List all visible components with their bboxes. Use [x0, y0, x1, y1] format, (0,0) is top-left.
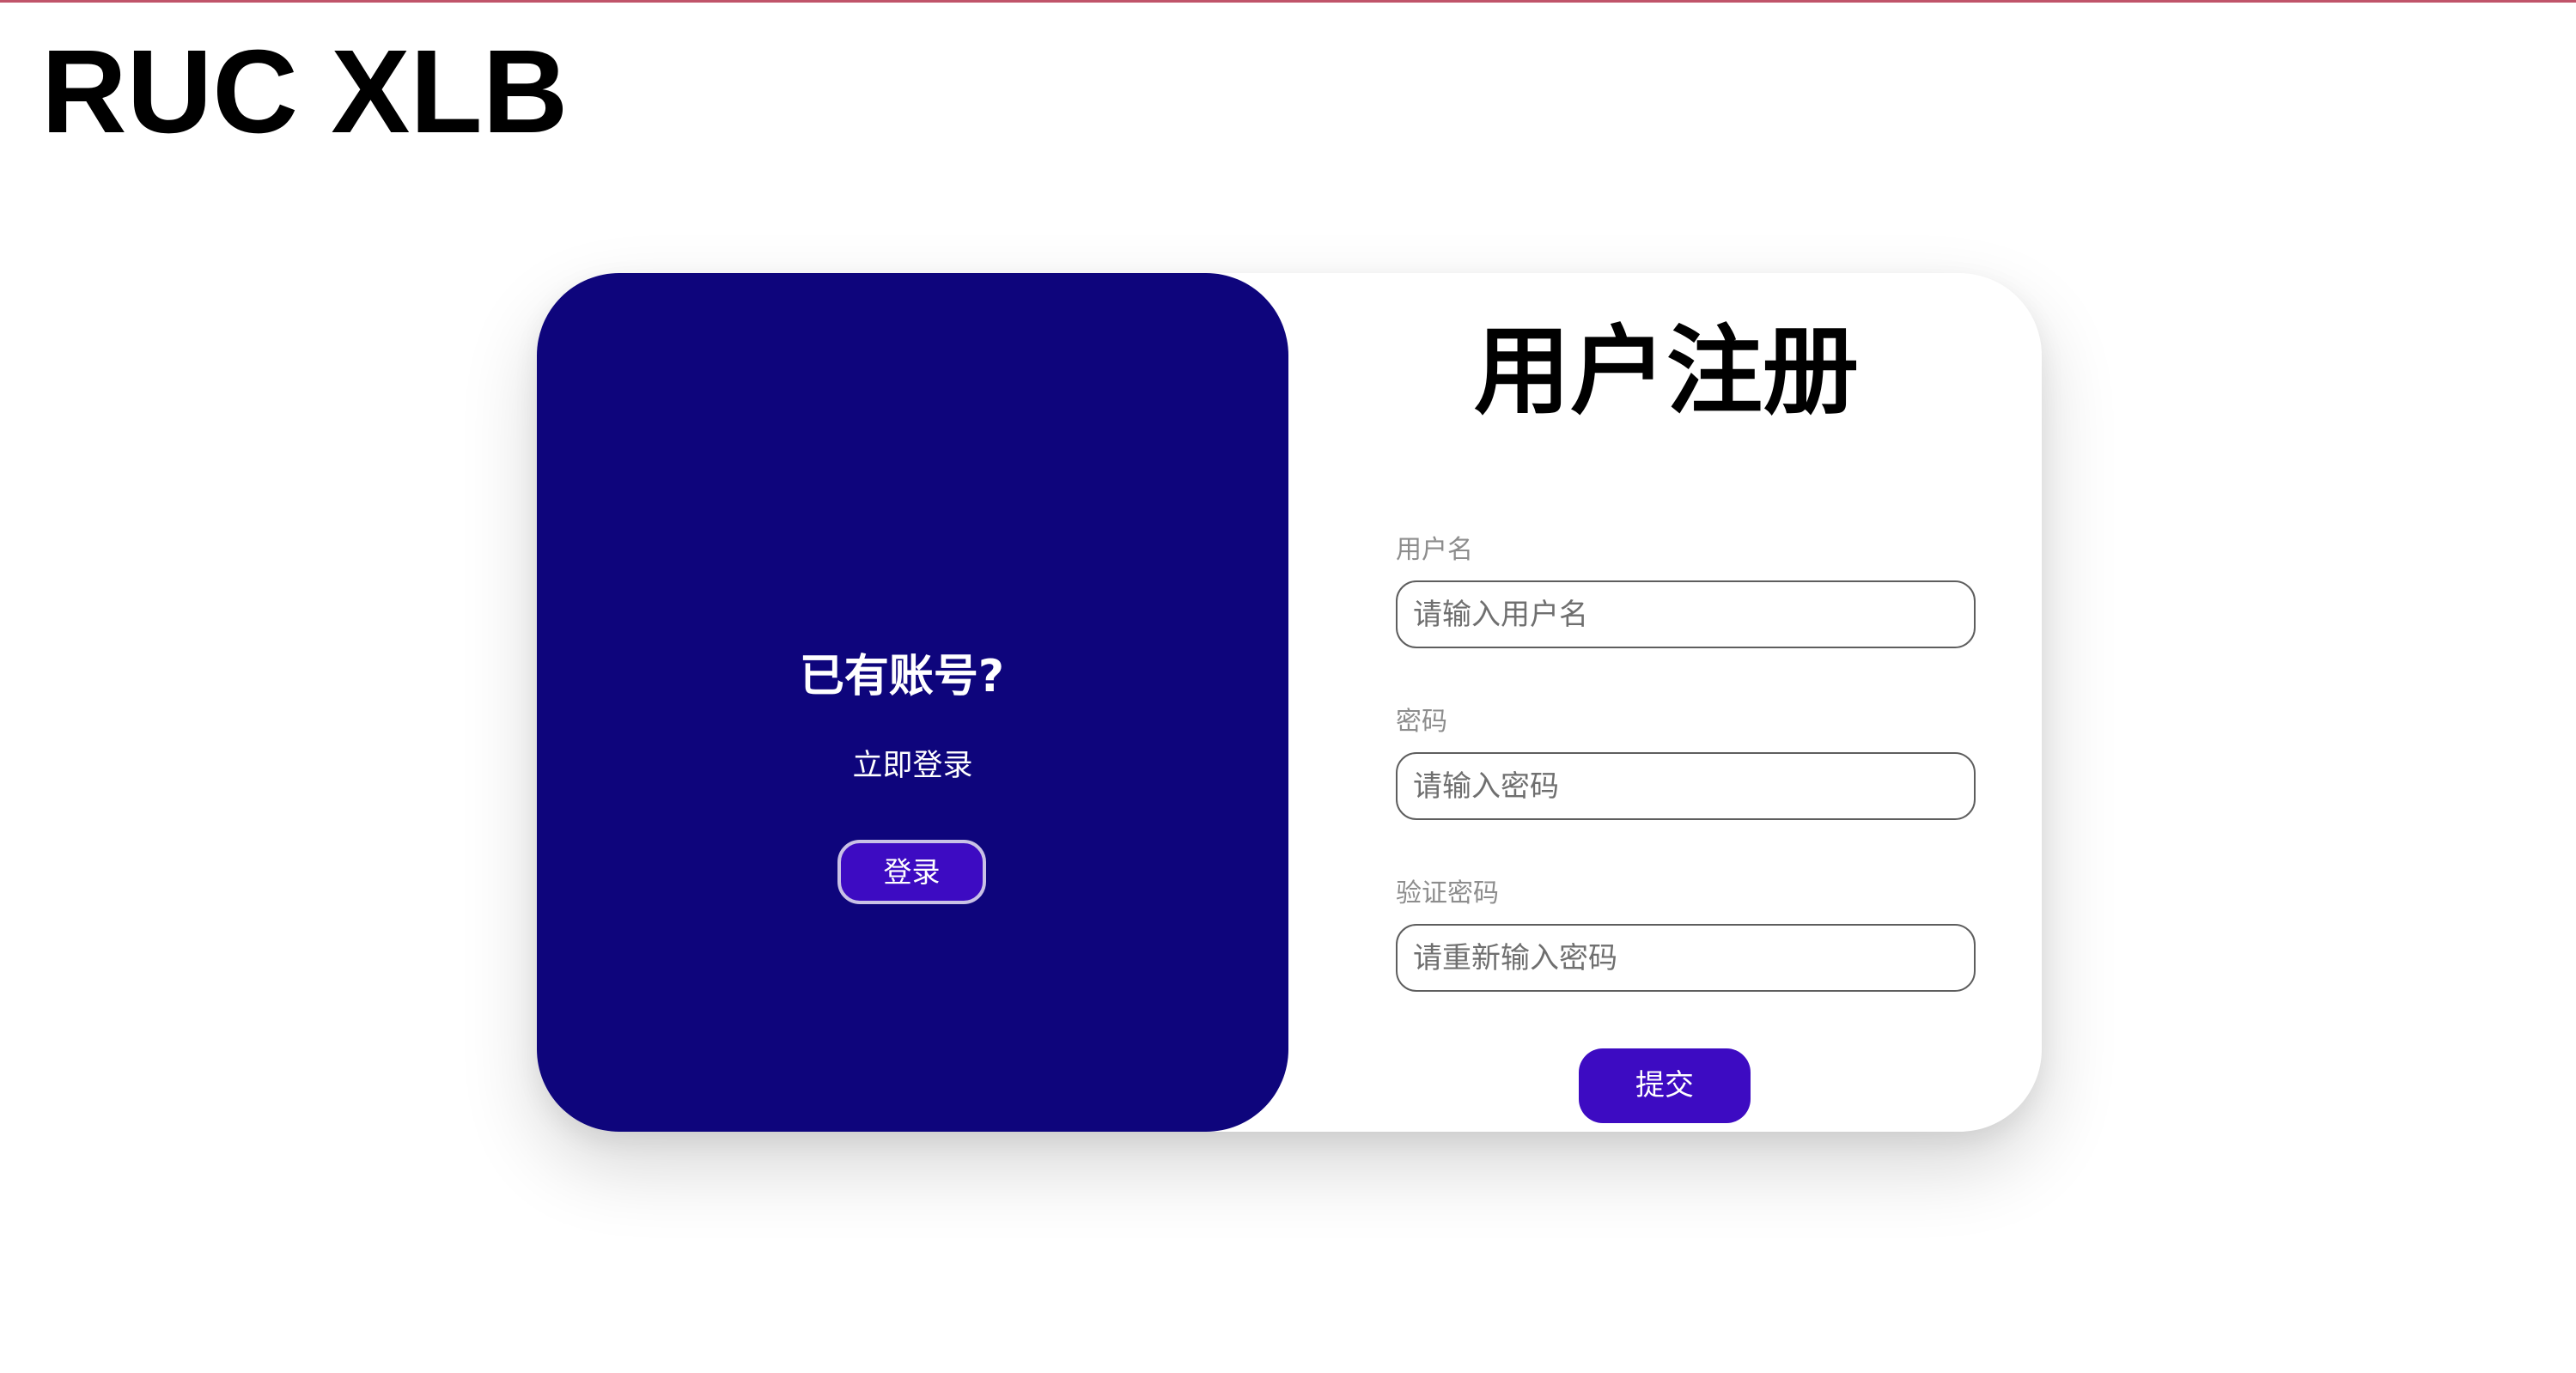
login-panel-subtitle: 立即登录: [852, 749, 973, 783]
login-panel-title: 已有账号?: [799, 651, 1005, 702]
confirm-password-label: 验证密码: [1396, 878, 1499, 908]
username-label: 用户名: [1396, 535, 1473, 565]
confirm-password-input[interactable]: [1396, 924, 1976, 992]
submit-button[interactable]: 提交: [1579, 1048, 1751, 1123]
logo-wordmark: RUC XLB: [41, 38, 568, 141]
logo-text: RUC XLB: [41, 38, 568, 141]
register-page: RUC XLB 已有账号? 立即登录 登录 用户注册 用户名 密码 验证密码 提…: [0, 0, 2576, 1373]
login-panel: 已有账号? 立即登录 登录: [537, 273, 1288, 1132]
password-input[interactable]: [1396, 752, 1976, 820]
register-title: 用户注册: [1474, 316, 1859, 428]
login-button[interactable]: 登录: [837, 840, 986, 904]
top-accent-line: [0, 0, 2576, 3]
username-input[interactable]: [1396, 580, 1976, 648]
logo: RUC XLB: [41, 38, 642, 141]
auth-card: 已有账号? 立即登录 登录 用户注册 用户名 密码 验证密码 提交: [537, 273, 2042, 1132]
password-label: 密码: [1396, 707, 1447, 737]
